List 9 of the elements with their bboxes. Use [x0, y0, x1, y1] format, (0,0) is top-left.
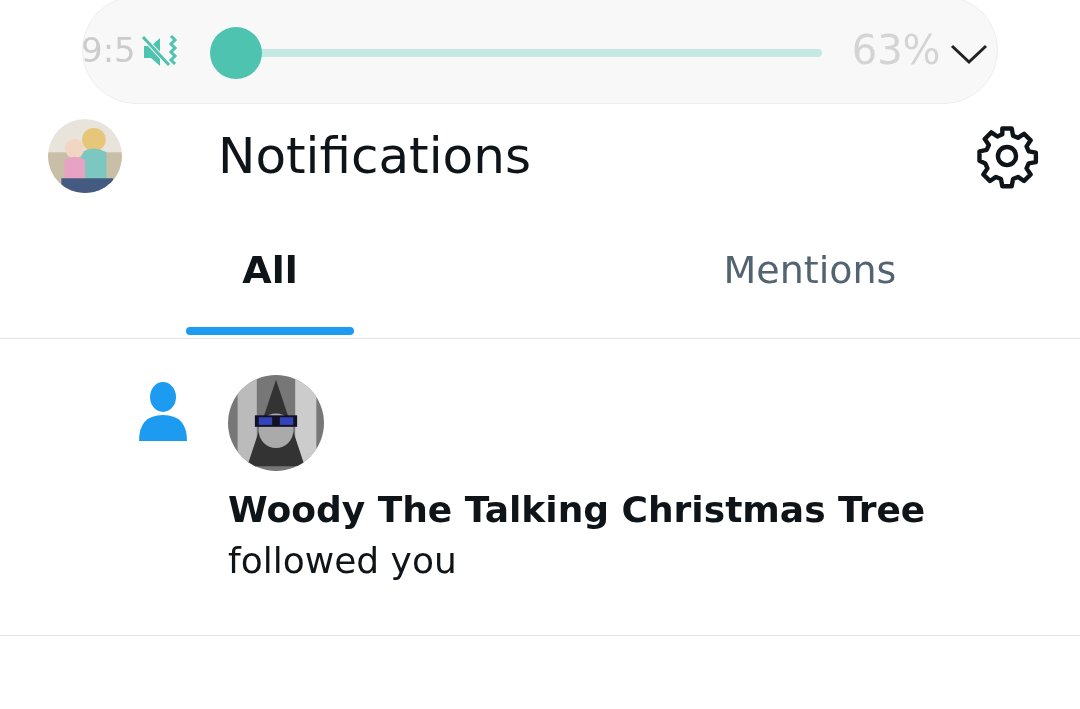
person-icon: [138, 381, 188, 443]
slider-thumb[interactable]: [209, 27, 262, 79]
page-title: Notifications: [218, 127, 532, 185]
volume-slider[interactable]: [209, 27, 822, 79]
user-name[interactable]: Woody The Talking Christmas Tree: [228, 489, 926, 530]
settings-icon[interactable]: [974, 123, 1040, 189]
chevron-down-icon[interactable]: [948, 42, 989, 66]
notification-text: followed you: [228, 540, 458, 581]
tab[interactable]: Mentions: [540, 170, 1080, 338]
